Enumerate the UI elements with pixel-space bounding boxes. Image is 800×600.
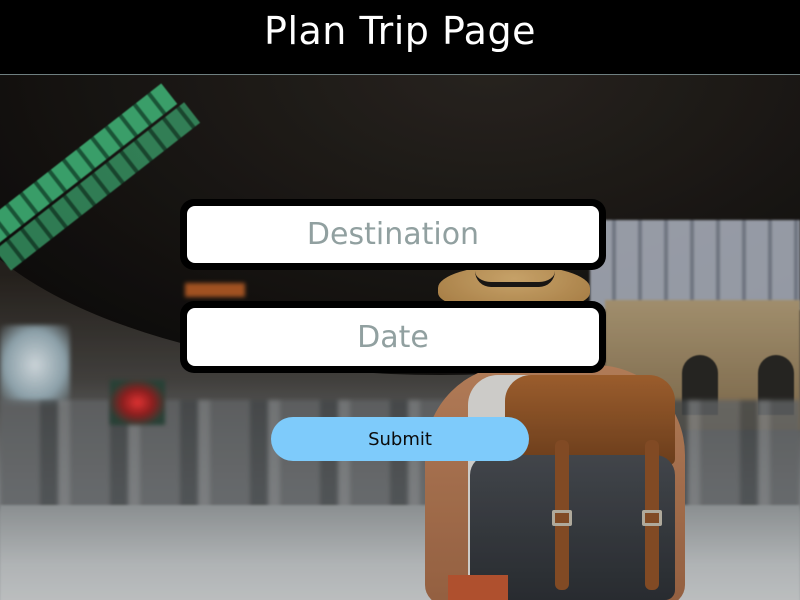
date-field-frame <box>180 301 606 373</box>
submit-button[interactable]: Submit <box>271 417 529 461</box>
destination-input[interactable] <box>187 206 599 263</box>
plan-trip-form: Submit <box>0 0 800 600</box>
date-input[interactable] <box>187 308 599 366</box>
destination-field-frame <box>180 199 606 270</box>
